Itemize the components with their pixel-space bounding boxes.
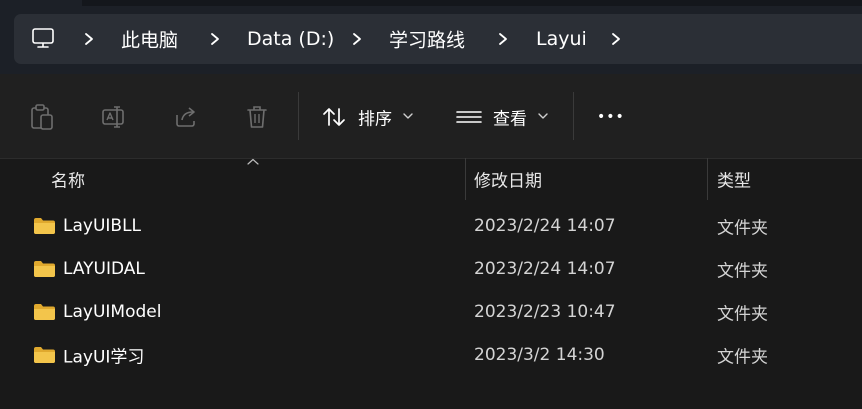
view-label[interactable]: 查看 xyxy=(493,105,527,130)
file-type: 文件夹 xyxy=(717,304,768,324)
folder-icon xyxy=(34,303,55,320)
chevron-right-icon[interactable] xyxy=(83,32,95,46)
file-name: LayUIModel xyxy=(63,301,162,322)
file-type: 文件夹 xyxy=(717,347,768,367)
sort-up-indicator-icon xyxy=(247,158,259,165)
toolbar-divider xyxy=(573,92,574,140)
file-type: 文件夹 xyxy=(717,261,768,281)
this-pc-icon[interactable] xyxy=(31,26,55,50)
command-bar xyxy=(0,74,862,159)
share-icon[interactable] xyxy=(173,103,199,131)
list-item[interactable]: LayUI学习 2023/3/2 14:30 文件夹 xyxy=(0,333,862,376)
clipboard-icon[interactable] xyxy=(29,103,55,131)
folder-icon xyxy=(34,217,55,234)
trash-icon[interactable] xyxy=(245,103,271,131)
column-header-modified[interactable]: 修改日期 xyxy=(474,167,542,192)
breadcrumb-drive-d[interactable]: Data (D:) xyxy=(247,28,334,50)
column-header-name[interactable]: 名称 xyxy=(51,167,85,192)
list-item[interactable]: LayUIBLL 2023/2/24 14:07 文件夹 xyxy=(0,204,862,247)
file-modified: 2023/2/24 14:07 xyxy=(474,215,616,236)
file-name: LayUI学习 xyxy=(63,347,145,367)
folder-icon xyxy=(34,260,55,277)
list-item[interactable]: LAYUIDAL 2023/2/24 14:07 文件夹 xyxy=(0,247,862,290)
rename-icon[interactable] xyxy=(101,103,127,131)
folder-icon xyxy=(34,346,55,363)
view-lines-icon xyxy=(456,111,482,123)
breadcrumb-study-route[interactable]: 学习路线 xyxy=(389,26,465,53)
file-name: LayUIBLL xyxy=(63,215,142,236)
column-header-type[interactable]: 类型 xyxy=(717,167,751,192)
column-divider[interactable] xyxy=(707,158,708,200)
chevron-right-icon[interactable] xyxy=(351,32,363,46)
chevron-right-icon[interactable] xyxy=(610,32,622,46)
chevron-right-icon[interactable] xyxy=(497,32,509,46)
list-item[interactable]: LayUIModel 2023/2/23 10:47 文件夹 xyxy=(0,290,862,333)
chevron-down-icon xyxy=(403,113,413,119)
breadcrumb-this-pc[interactable]: 此电脑 xyxy=(121,26,178,53)
sort-arrows-icon xyxy=(323,108,345,126)
file-modified: 2023/2/24 14:07 xyxy=(474,258,616,279)
top-strip xyxy=(82,0,862,6)
more-options-button[interactable]: ••• xyxy=(597,109,625,125)
toolbar-divider xyxy=(298,92,299,140)
file-modified: 2023/2/23 10:47 xyxy=(474,301,616,322)
file-modified: 2023/3/2 14:30 xyxy=(474,344,605,365)
column-divider[interactable] xyxy=(465,158,466,200)
breadcrumb-layui[interactable]: Layui xyxy=(536,28,587,50)
file-name: LAYUIDAL xyxy=(63,258,145,279)
chevron-down-icon xyxy=(538,113,548,119)
sort-label[interactable]: 排序 xyxy=(358,105,392,130)
file-type: 文件夹 xyxy=(717,218,768,238)
file-explorer-window: 此电脑 Data (D:) 学习路线 Layui 排序 查看 ••• 名称 修改… xyxy=(0,0,862,409)
chevron-right-icon[interactable] xyxy=(209,32,221,46)
